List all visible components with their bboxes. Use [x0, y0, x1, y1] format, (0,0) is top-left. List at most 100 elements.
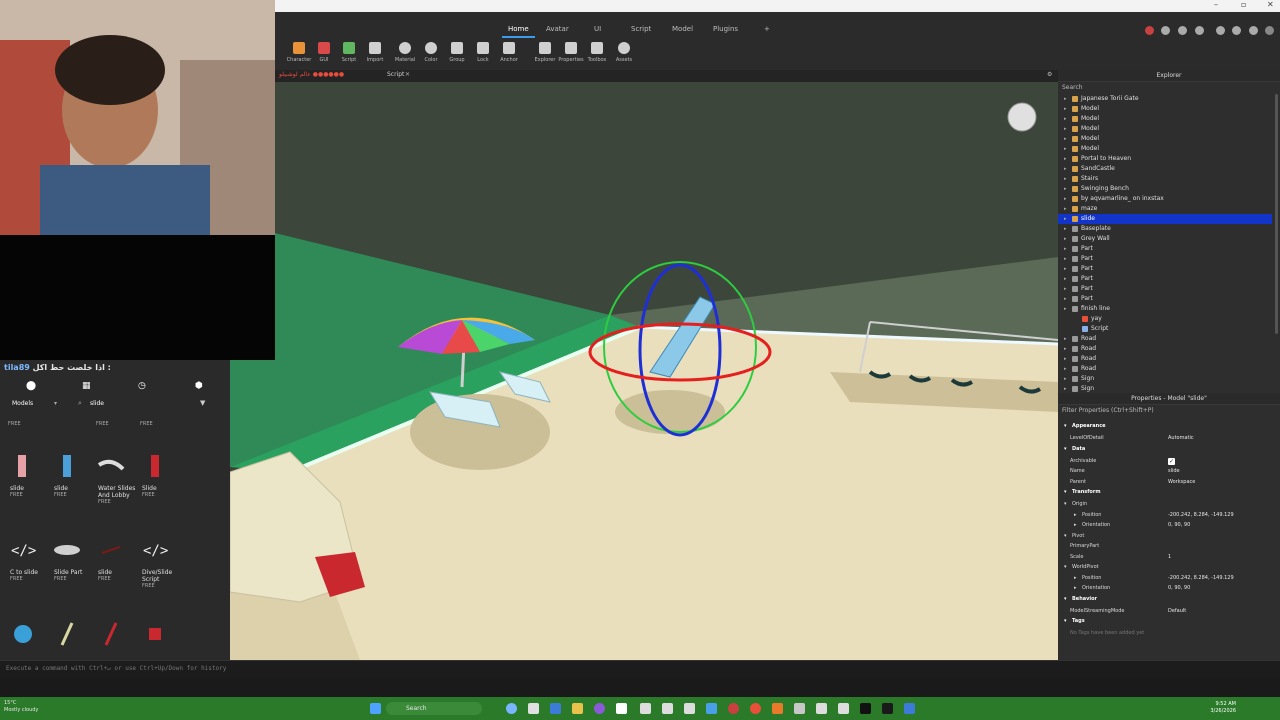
- toolbox-item[interactable]: </> C to slide FREE: [4, 535, 48, 582]
- explorer-item[interactable]: ▸ Model: [1058, 144, 1272, 154]
- property-row[interactable]: ▸ Orientation 0, 90, 90: [1058, 583, 1272, 593]
- profile-icon[interactable]: [1161, 26, 1170, 35]
- explorer-item[interactable]: ▸ Road: [1058, 334, 1272, 344]
- property-row[interactable]: ▾ Pivot: [1058, 531, 1272, 541]
- tab-home[interactable]: Home: [502, 25, 535, 38]
- app-icon[interactable]: [640, 703, 651, 714]
- filter-icon[interactable]: ▼: [200, 399, 205, 407]
- command-input[interactable]: Execute a command with Ctrl+↵ or use Ctr…: [6, 665, 226, 672]
- tab-plugins[interactable]: Plugins: [713, 25, 738, 33]
- property-value[interactable]: slide: [1168, 466, 1180, 476]
- expand-arrow-icon[interactable]: ▾: [1064, 616, 1067, 626]
- property-value[interactable]: -200.242, 8.284, -149.129: [1168, 573, 1234, 583]
- explorer-item[interactable]: ▸ maze: [1058, 204, 1272, 214]
- inventory-icon[interactable]: ⬤: [26, 381, 36, 391]
- expand-arrow-icon[interactable]: ▾: [1064, 562, 1067, 572]
- explorer-item[interactable]: ▸ finish line: [1058, 304, 1272, 314]
- category-dropdown[interactable]: Models: [12, 400, 33, 407]
- app-icon[interactable]: [706, 703, 717, 714]
- property-row[interactable]: ModelStreamingMode Default: [1058, 606, 1272, 616]
- expand-arrow-icon[interactable]: ▸: [1064, 344, 1067, 354]
- expand-arrow-icon[interactable]: ▸: [1064, 254, 1067, 264]
- expand-arrow-icon[interactable]: ▸: [1064, 174, 1067, 184]
- app-icon[interactable]: [550, 703, 561, 714]
- expand-arrow-icon[interactable]: ▸: [1064, 364, 1067, 374]
- toolbox-item[interactable]: slide FREE: [4, 451, 48, 498]
- toolbox-tool[interactable]: Toolbox: [584, 42, 610, 63]
- explorer-item[interactable]: ▸ SandCastle: [1058, 164, 1272, 174]
- app-icon[interactable]: [662, 703, 673, 714]
- expand-arrow-icon[interactable]: ▾: [1064, 444, 1067, 454]
- taskbar-clock[interactable]: 9:52 AM 3/26/2026: [1210, 701, 1236, 715]
- property-value[interactable]: Workspace: [1168, 477, 1195, 487]
- expand-arrow-icon[interactable]: ▸: [1064, 274, 1067, 284]
- expand-arrow-icon[interactable]: ▸: [1064, 94, 1067, 104]
- record-icon[interactable]: [1145, 26, 1154, 35]
- expand-arrow-icon[interactable]: ▸: [1064, 134, 1067, 144]
- app-icon[interactable]: [616, 703, 627, 714]
- app-icon[interactable]: [838, 703, 849, 714]
- property-row[interactable]: ▸ Position -200.242, 8.284, -149.129: [1058, 573, 1272, 583]
- expand-arrow-icon[interactable]: ▸: [1064, 354, 1067, 364]
- explorer-item[interactable]: ▸ Road: [1058, 354, 1272, 364]
- weather-widget[interactable]: 15°C Mostly cloudy: [4, 700, 38, 714]
- expand-arrow-icon[interactable]: ▸: [1064, 194, 1067, 204]
- expand-arrow-icon[interactable]: ▸: [1064, 104, 1067, 114]
- brave-icon[interactable]: [772, 703, 783, 714]
- app-icon[interactable]: [860, 703, 871, 714]
- expand-arrow-icon[interactable]: ▸: [1064, 304, 1067, 314]
- creator-icon[interactable]: ⬢: [195, 381, 203, 391]
- property-row[interactable]: Archivable ✓: [1058, 456, 1272, 466]
- toolbox-item[interactable]: [4, 619, 48, 653]
- property-section[interactable]: ▾ Appearance: [1058, 421, 1272, 431]
- property-row[interactable]: Parent Workspace: [1058, 477, 1272, 487]
- place-tab[interactable]: عالم لوشبيلو ●●●●●●: [279, 71, 344, 78]
- property-section[interactable]: ▾ Data: [1058, 444, 1272, 454]
- explorer-item[interactable]: ▸ Model: [1058, 124, 1272, 134]
- property-row[interactable]: Scale 1: [1058, 552, 1272, 562]
- 3d-viewport[interactable]: [230, 82, 1058, 660]
- assets-tool[interactable]: Assets: [611, 42, 637, 63]
- property-row[interactable]: Name slide: [1058, 466, 1272, 476]
- script-doc-tab[interactable]: Script: [387, 71, 404, 78]
- property-row[interactable]: ▸ Orientation 0, 90, 90: [1058, 520, 1272, 530]
- settings-icon[interactable]: [1195, 26, 1204, 35]
- explorer-item[interactable]: ▸ Part: [1058, 244, 1272, 254]
- property-value[interactable]: -200.242, 8.284, -149.129: [1168, 510, 1234, 520]
- explorer-item[interactable]: yay: [1058, 314, 1272, 324]
- property-section[interactable]: ▾ Tags: [1058, 616, 1272, 626]
- explorer-item[interactable]: ▸ Model: [1058, 114, 1272, 124]
- toolbox-item[interactable]: [48, 619, 92, 653]
- expand-arrow-icon[interactable]: ▸: [1064, 114, 1067, 124]
- tab-ui[interactable]: UI: [594, 25, 601, 33]
- property-section[interactable]: ▾ Transform: [1058, 487, 1272, 497]
- material-tool[interactable]: Material: [392, 42, 418, 63]
- property-row[interactable]: No Tags have been added yet: [1058, 628, 1272, 638]
- script-tool[interactable]: Script: [336, 42, 362, 63]
- app-icon[interactable]: [816, 703, 827, 714]
- properties-filter-input[interactable]: Filter Properties (Ctrl+Shift+P): [1062, 407, 1154, 414]
- discord-icon[interactable]: [594, 703, 605, 714]
- minimize-icon[interactable]: –: [1214, 0, 1218, 9]
- close-tab-icon[interactable]: ✕: [405, 71, 410, 78]
- expand-arrow-icon[interactable]: ▸: [1064, 244, 1067, 254]
- toolbox-item[interactable]: </> Dive/Slide Script FREE: [136, 535, 180, 589]
- expand-arrow-icon[interactable]: ▸: [1064, 334, 1067, 344]
- task-view-icon[interactable]: [528, 703, 539, 714]
- notification-icon[interactable]: [1249, 26, 1258, 35]
- expand-arrow-icon[interactable]: ▸: [1064, 214, 1067, 224]
- expand-arrow-icon[interactable]: ▸: [1074, 583, 1077, 593]
- group-tool[interactable]: Group: [444, 42, 470, 63]
- expand-arrow-icon[interactable]: ▸: [1064, 224, 1067, 234]
- tab-add[interactable]: +: [764, 25, 770, 33]
- property-value[interactable]: 0, 90, 90: [1168, 520, 1190, 530]
- recent-icon[interactable]: ◷: [138, 381, 146, 391]
- steam-icon[interactable]: [794, 703, 805, 714]
- expand-arrow-icon[interactable]: ▸: [1064, 284, 1067, 294]
- explorer-tool[interactable]: Explorer: [532, 42, 558, 63]
- explorer-item[interactable]: ▸ Model: [1058, 104, 1272, 114]
- property-section[interactable]: ▾ Behavior: [1058, 594, 1272, 604]
- expand-arrow-icon[interactable]: ▾: [1064, 487, 1067, 497]
- tab-script[interactable]: Script: [631, 25, 651, 33]
- anchor-tool[interactable]: Anchor: [496, 42, 522, 63]
